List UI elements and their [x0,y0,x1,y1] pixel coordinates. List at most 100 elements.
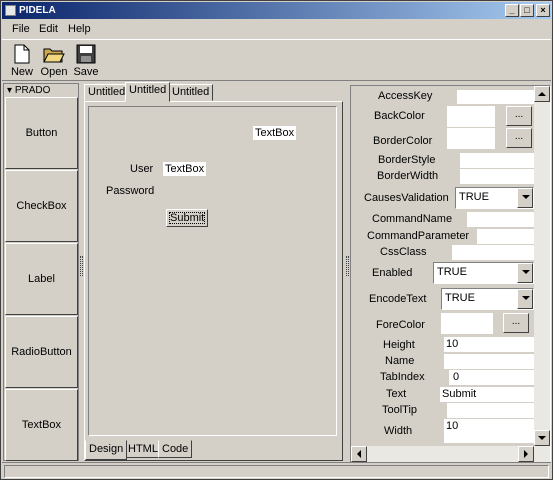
design-canvas[interactable]: TextBox User TextBox Password Submit [88,106,337,436]
palette-header-label: PRADO [14,85,51,96]
prop-name: Width [384,425,413,437]
palette-header[interactable]: ▾ PRADO [4,84,78,97]
prop-name: CssClass [380,246,427,258]
prop-commandname-value[interactable] [467,212,534,227]
prop-name: AccessKey [378,90,433,102]
prop-bordercolor-value[interactable] [447,128,495,149]
enabled-value: TRUE [437,266,467,278]
new-button[interactable]: New [7,44,37,78]
prop-name: Enabled [372,267,413,279]
prop-text-value[interactable]: Submit [440,387,534,402]
property-horizontal-scrollbar[interactable] [351,446,534,462]
left-splitter[interactable] [80,256,83,276]
prop-name: TabIndex [380,371,425,383]
tab-design[interactable]: Design [85,440,128,460]
prop-name: BorderStyle [378,154,436,166]
menu-bar: File Edit Help [2,20,551,39]
backcolor-picker-button[interactable]: ... [506,106,532,126]
enabled-select[interactable]: TRUE [433,262,534,284]
property-vertical-scrollbar[interactable] [534,86,550,462]
prop-borderstyle-value[interactable] [460,153,534,168]
tab-html[interactable]: HTML [124,440,162,458]
save-label: Save [73,66,99,78]
prop-name: BorderColor [373,135,433,147]
prop-width-value[interactable]: 10 [444,419,534,443]
title-bar: PIDELA _ □ × [2,2,551,19]
palette-button-label: Button [25,127,58,139]
prop-name: EncodeText [369,293,427,305]
causesvalidation-select[interactable]: TRUE [455,187,534,209]
save-disk-icon [76,44,96,64]
tab-untitled-2[interactable]: Untitled [125,82,171,102]
control-palette: ▾ PRADO Button CheckBox Label RadioButto… [3,83,79,461]
prop-name: CausesValidation [364,192,449,204]
encodetext-select[interactable]: TRUE [441,288,534,310]
causesvalidation-value: TRUE [459,191,489,203]
tab-untitled-3[interactable]: Untitled [168,84,214,101]
palette-button[interactable]: Button [5,97,78,169]
canvas-textbox-top[interactable]: TextBox [253,126,297,140]
palette-radiobutton[interactable]: RadioButton [5,316,78,388]
new-label: New [10,66,33,78]
close-button[interactable]: × [536,4,550,17]
open-label: Open [40,66,68,78]
palette-checkbox[interactable]: CheckBox [5,170,78,242]
scroll-right-button[interactable] [518,446,534,462]
right-splitter[interactable] [346,256,349,276]
prop-name-value[interactable] [444,354,534,369]
design-editor: TextBox User TextBox Password Submit [84,101,343,461]
save-button[interactable]: Save [71,44,101,78]
app-icon [5,5,16,16]
prop-name: Name [385,355,415,367]
arrow-down-icon [538,436,546,440]
palette-label[interactable]: Label [5,243,78,315]
prop-name: Text [386,388,407,400]
status-bar [2,462,551,479]
chevron-down-icon[interactable] [517,188,533,208]
property-grid: AccessKey BackColor ... BorderColor ... … [350,85,551,463]
arrow-left-icon [357,450,361,458]
prop-name: ForeColor [376,319,425,331]
maximize-button[interactable]: □ [520,4,534,17]
minimize-button[interactable]: _ [505,4,519,17]
menu-help[interactable]: Help [68,23,91,35]
chevron-down-icon[interactable] [517,263,533,283]
forecolor-picker-button[interactable]: ... [503,313,529,333]
canvas-submit-button[interactable]: Submit [166,209,209,227]
prop-borderwidth-value[interactable] [460,169,534,184]
encodetext-value: TRUE [445,292,475,304]
prop-height-value[interactable]: 10 [444,337,534,352]
scroll-down-button[interactable] [534,430,550,446]
app-window: PIDELA _ □ × File Edit Help New Open Sav… [0,0,553,480]
prop-forecolor-value[interactable] [441,313,493,334]
canvas-user-label[interactable]: User [130,163,153,175]
new-file-icon [14,44,30,64]
tab-untitled-1[interactable]: Untitled [84,84,130,101]
prop-tooltip-value[interactable] [447,403,534,418]
menu-edit[interactable]: Edit [39,23,58,35]
open-button[interactable]: Open [39,44,69,78]
prop-name: BorderWidth [377,170,439,182]
toolbar: New Open Save [2,39,551,81]
prop-name: BackColor [374,110,425,122]
prop-tabindex-value[interactable]: 0 [449,370,534,385]
prop-name: CommandParameter [367,230,470,242]
prop-commandparameter-value[interactable] [477,229,534,244]
prop-backcolor-value[interactable] [447,106,495,127]
palette-radiobutton-label: RadioButton [11,346,72,358]
canvas-user-textbox[interactable]: TextBox [163,162,207,176]
canvas-password-label[interactable]: Password [106,185,154,197]
palette-textbox[interactable]: TextBox [5,389,78,461]
prop-cssclass-value[interactable] [452,245,534,260]
prop-name: CommandName [372,213,453,225]
bordercolor-picker-button[interactable]: ... [506,128,532,148]
chevron-down-icon[interactable] [517,289,533,309]
prop-accesskey-value[interactable] [457,90,534,104]
scroll-up-button[interactable] [534,86,550,102]
prop-name: Height [383,339,415,351]
tab-code[interactable]: Code [158,440,193,458]
scroll-left-button[interactable] [351,446,367,462]
status-pane [4,465,549,478]
arrow-up-icon [538,92,546,96]
menu-file[interactable]: File [12,23,30,35]
